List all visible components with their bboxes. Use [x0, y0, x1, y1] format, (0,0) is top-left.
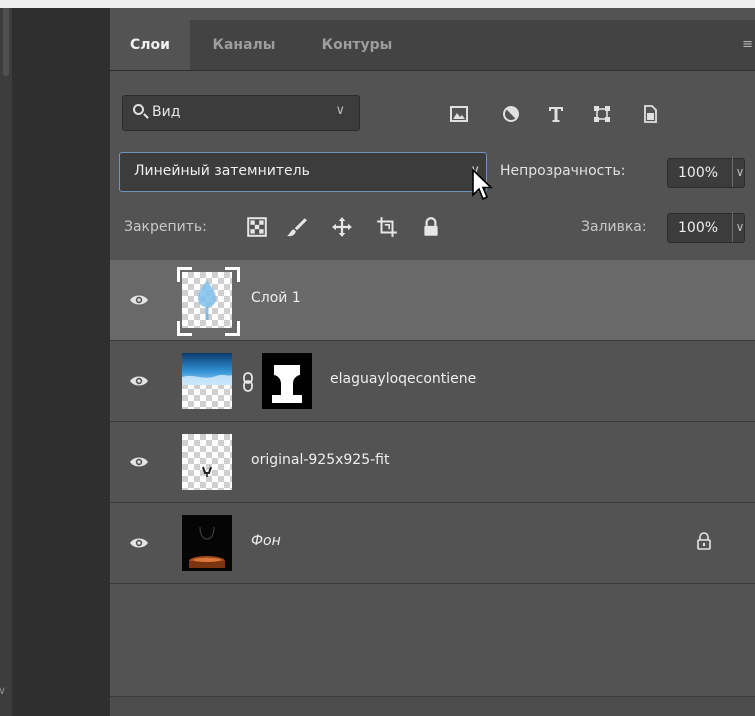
water-image-thumbnail	[182, 353, 232, 385]
opacity-field[interactable]: 100% ∨	[667, 157, 747, 188]
layer-thumbnail	[182, 434, 232, 490]
image-filter-icon[interactable]	[449, 104, 469, 124]
panel-menu-icon[interactable]: ≡	[742, 37, 753, 52]
tab-channels[interactable]: Каналы	[190, 20, 298, 70]
lock-artboard-icon[interactable]	[376, 216, 398, 238]
layer-row[interactable]: elaguayloqecontiene	[110, 341, 755, 422]
eye-icon[interactable]	[129, 293, 149, 307]
selection-corner	[225, 321, 240, 336]
opacity-value: 100%	[678, 165, 719, 181]
search-icon	[133, 104, 144, 115]
workspace-gap	[12, 8, 110, 716]
selection-corner	[177, 321, 192, 336]
collapse-chevron-icon[interactable]: ∨	[0, 684, 6, 697]
fill-field[interactable]: 100% ∨	[667, 212, 747, 243]
layer-row[interactable]: original-925x925-fit	[110, 422, 755, 503]
link-chain-icon[interactable]	[242, 371, 254, 393]
chevron-down-icon[interactable]: ∨	[732, 157, 747, 187]
eye-icon[interactable]	[129, 455, 149, 469]
tab-paths[interactable]: Контуры	[298, 20, 416, 70]
filter-type-select[interactable]: Вид ∨	[122, 95, 360, 131]
mouse-cursor-icon	[472, 168, 493, 201]
panel-tabs: Слои Каналы Контуры ≡	[110, 20, 755, 71]
layer-row[interactable]: Фон	[110, 503, 755, 584]
layer-name[interactable]: elaguayloqecontiene	[330, 371, 476, 387]
eye-icon[interactable]	[129, 536, 149, 550]
blend-mode-value: Линейный затемнитель	[134, 163, 310, 179]
tab-layers[interactable]: Слои	[110, 20, 190, 70]
type-filter-icon[interactable]	[546, 104, 566, 124]
lock-icon[interactable]	[696, 531, 712, 551]
layer-thumbnail	[182, 353, 232, 409]
left-scrollbar-thumb[interactable]	[3, 8, 9, 76]
selection-corner	[177, 267, 192, 282]
selection-corner	[225, 267, 240, 282]
layers-panel: Слои Каналы Контуры ≡ Вид ∨ Линейный зат…	[110, 8, 755, 716]
left-scroll-strip: ∨	[0, 8, 12, 716]
layer-name[interactable]: Фон	[251, 533, 281, 549]
layer-mask-thumbnail[interactable]	[262, 353, 312, 409]
blend-mode-select[interactable]: Линейный затемнитель ∨	[119, 152, 487, 192]
lock-image-pixels-icon[interactable]	[286, 216, 308, 238]
background-image-thumbnail	[189, 526, 225, 568]
lock-transparent-pixels-icon[interactable]	[246, 216, 268, 238]
fill-value: 100%	[678, 220, 719, 236]
layer-row[interactable]: Слой 1	[110, 260, 755, 341]
chevron-down-icon[interactable]: ∨	[732, 212, 747, 242]
fill-label: Заливка:	[581, 219, 647, 235]
filter-type-label: Вид	[152, 104, 181, 120]
opacity-label: Непрозрачность:	[500, 163, 626, 179]
panel-bottom-toolbar	[110, 696, 755, 716]
glass-shape-icon	[202, 466, 212, 477]
mask-shape-icon	[272, 365, 302, 403]
lock-position-icon[interactable]	[331, 216, 353, 238]
lock-label: Закрепить:	[124, 219, 207, 235]
eye-icon[interactable]	[129, 374, 149, 388]
layer-thumbnail	[182, 515, 232, 571]
lock-all-icon[interactable]	[420, 216, 442, 238]
smart-object-filter-icon[interactable]	[640, 104, 660, 124]
window-top-edge	[0, 0, 755, 8]
layer-name[interactable]: original-925x925-fit	[251, 452, 389, 468]
layer-name[interactable]: Слой 1	[251, 290, 301, 306]
chevron-down-icon: ∨	[335, 103, 345, 118]
adjustment-filter-icon[interactable]	[501, 104, 521, 124]
layers-list: Слой 1 elaguayloqecontiene original-925x…	[110, 260, 755, 584]
shape-filter-icon[interactable]	[592, 104, 612, 124]
